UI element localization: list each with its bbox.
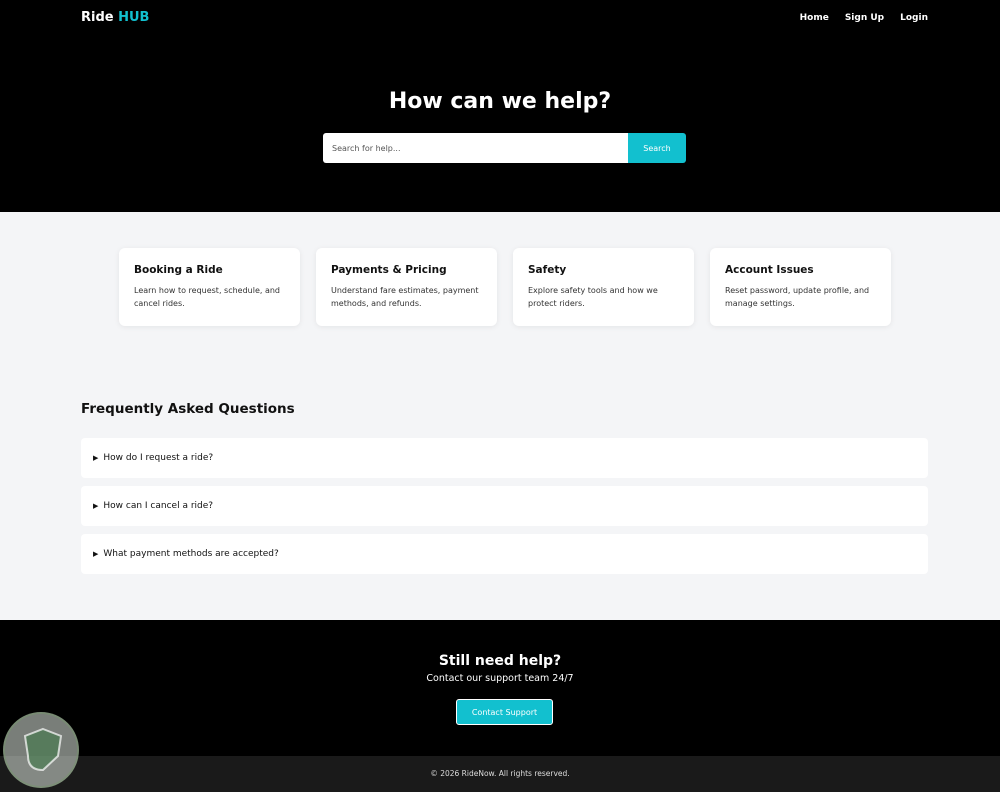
faq-question: How can I cancel a ride? <box>103 501 214 511</box>
category-card-account[interactable]: Account Issues Reset password, update pr… <box>710 248 891 326</box>
faq-question: How do I request a ride? <box>103 453 214 463</box>
category-title: Safety <box>528 264 567 276</box>
footer: © 2026 RideNow. All rights reserved. <box>0 756 1000 792</box>
category-title: Account Issues <box>725 264 814 276</box>
category-card-payments[interactable]: Payments & Pricing Understand fare estim… <box>316 248 497 326</box>
category-title: Booking a Ride <box>134 264 223 276</box>
category-card-booking[interactable]: Booking a Ride Learn how to request, sch… <box>119 248 300 326</box>
category-card-safety[interactable]: Safety Explore safety tools and how we p… <box>513 248 694 326</box>
faq-question: What payment methods are accepted? <box>103 549 279 559</box>
copyright-text: © 2026 RideNow. All rights reserved. <box>430 769 570 778</box>
category-description: Reset password, update profile, and mana… <box>725 286 870 308</box>
nav-login-link[interactable]: Login <box>900 13 928 23</box>
contact-section: Still need help? Contact our support tea… <box>0 620 1000 756</box>
expand-triangle-icon: ▶ <box>93 550 99 558</box>
contact-subtitle: Contact our support team 24/7 <box>426 673 574 684</box>
brand-name: Ride <box>81 10 114 25</box>
top-nav: Home Sign Up Login <box>800 13 928 23</box>
faq-item[interactable]: ▶ What payment methods are accepted? <box>81 534 928 574</box>
contact-support-button[interactable]: Contact Support <box>456 699 553 725</box>
faq-item[interactable]: ▶ How do I request a ride? <box>81 438 928 478</box>
faq-item[interactable]: ▶ How can I cancel a ride? <box>81 486 928 526</box>
brand-logo[interactable]: Ride HUB <box>81 10 149 25</box>
faq-list: ▶ How do I request a ride? ▶ How can I c… <box>81 438 928 582</box>
expand-triangle-icon: ▶ <box>93 502 99 510</box>
faq-heading: Frequently Asked Questions <box>81 401 295 417</box>
search-input[interactable] <box>323 133 628 163</box>
nav-signup-link[interactable]: Sign Up <box>845 13 884 23</box>
hero-title: How can we help? <box>388 89 612 114</box>
brand-accent: HUB <box>118 10 150 25</box>
hero-section: Ride HUB Home Sign Up Login How can we h… <box>0 0 1000 212</box>
category-title: Payments & Pricing <box>331 264 447 276</box>
search-bar: Search <box>323 133 686 163</box>
category-description: Explore safety tools and how we protect … <box>528 286 658 308</box>
watermark-logo <box>3 712 79 788</box>
search-button[interactable]: Search <box>628 133 686 163</box>
shield-icon <box>23 727 63 772</box>
expand-triangle-icon: ▶ <box>93 454 99 462</box>
nav-home-link[interactable]: Home <box>800 13 829 23</box>
category-description: Understand fare estimates, payment metho… <box>331 286 479 308</box>
contact-heading: Still need help? <box>438 653 562 669</box>
category-description: Learn how to request, schedule, and canc… <box>134 286 281 308</box>
help-categories: Booking a Ride Learn how to request, sch… <box>119 248 891 326</box>
